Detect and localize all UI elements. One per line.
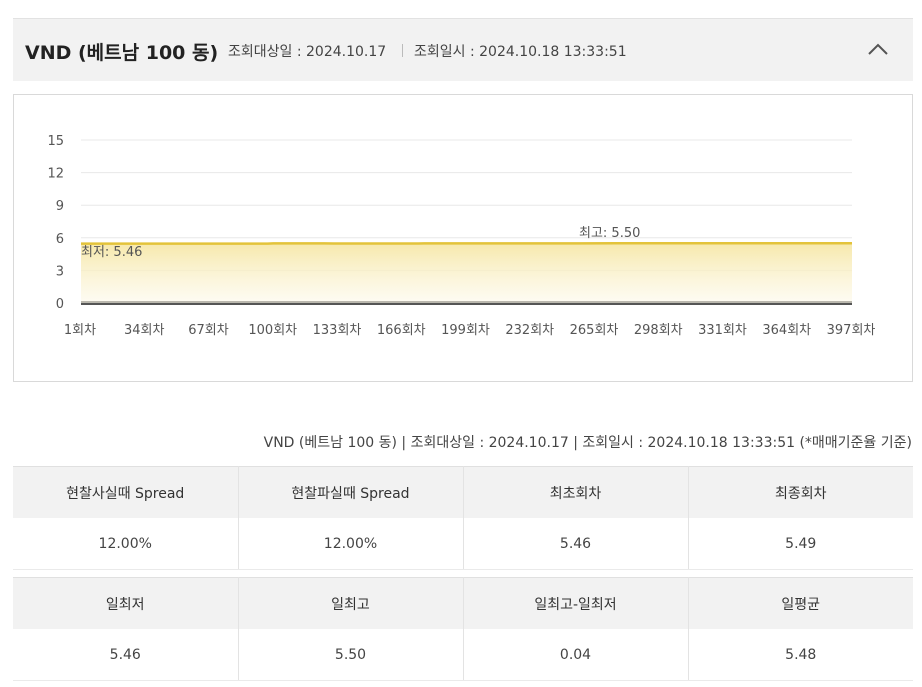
y-tick-label: 15 bbox=[47, 134, 64, 149]
currency-title: VND (베트남 100 동) bbox=[25, 42, 219, 64]
table-cell: 0.04 bbox=[463, 629, 689, 681]
rate-info-table: 현찰사실때 Spread 현찰파실때 Spread 최초회차 최종회차 12.0… bbox=[13, 466, 913, 681]
x-tick-label: 100회차 bbox=[248, 323, 297, 338]
x-tick-label: 133회차 bbox=[313, 323, 362, 338]
table-cell: 5.46 bbox=[463, 518, 689, 570]
table-header-cell: 현찰파실때 Spread bbox=[238, 466, 464, 518]
x-tick-label: 166회차 bbox=[377, 323, 426, 338]
x-tick-label: 331회차 bbox=[698, 323, 747, 338]
x-tick-label: 364회차 bbox=[762, 323, 811, 338]
x-tick-label: 265회차 bbox=[570, 323, 619, 338]
chevron-up-icon[interactable] bbox=[865, 37, 891, 63]
table-header-cell: 일최저 bbox=[13, 577, 239, 629]
x-tick-label: 397회차 bbox=[827, 323, 876, 338]
table-cell: 5.49 bbox=[688, 518, 913, 570]
x-tick-label: 298회차 bbox=[634, 323, 683, 338]
chart-canvas: 0 3 6 9 12 15 1회차 34회차 67회차 100회차 133회차 166회차 199회차 2… bbox=[47, 134, 876, 338]
rate-chart: 0 3 6 9 12 15 1회차 34회차 67회차 100회차 133회차 166회차 199회차 2… bbox=[13, 94, 913, 382]
table-header-cell: 일최고 bbox=[238, 577, 464, 629]
table-header-cell: 최초회차 bbox=[463, 466, 689, 518]
chart-caption: VND (베트남 100 동) | 조회대상일 : 2024.10.17 | 조… bbox=[263, 435, 912, 451]
x-tick-label: 34회차 bbox=[124, 323, 165, 338]
table-header-cell: 최종회차 bbox=[688, 466, 913, 518]
table-header-cell: 일최고-일최저 bbox=[463, 577, 689, 629]
table-row: 12.00% 12.00% 5.46 5.49 bbox=[13, 518, 913, 570]
query-date: 조회대상일 : 2024.10.17 bbox=[228, 44, 387, 60]
max-annotation: 최고: 5.50 bbox=[579, 226, 640, 241]
x-tick-label: 232회차 bbox=[505, 323, 554, 338]
x-tick-label: 1회차 bbox=[64, 323, 96, 338]
table-header-row: 일최저 일최고 일최고-일최저 일평균 bbox=[13, 577, 913, 629]
y-tick-label: 6 bbox=[56, 232, 64, 247]
table-row: 5.46 5.50 0.04 5.48 bbox=[13, 629, 913, 681]
table-cell: 5.50 bbox=[238, 629, 464, 681]
y-tick-label: 0 bbox=[56, 297, 64, 312]
currency-header: VND (베트남 100 동) 조회대상일 : 2024.10.17 조회일시 … bbox=[13, 18, 913, 81]
min-annotation: 최저: 5.46 bbox=[81, 245, 142, 260]
query-time: 조회일시 : 2024.10.18 13:33:51 bbox=[414, 44, 627, 60]
table-header-cell: 일평균 bbox=[688, 577, 913, 629]
y-tick-label: 3 bbox=[56, 264, 64, 279]
table-cell: 5.48 bbox=[688, 629, 913, 681]
divider bbox=[402, 44, 403, 57]
table-header-row: 현찰사실때 Spread 현찰파실때 Spread 최초회차 최종회차 bbox=[13, 466, 913, 518]
y-tick-label: 12 bbox=[47, 167, 64, 182]
table-header-cell: 현찰사실때 Spread bbox=[13, 466, 239, 518]
series-area bbox=[81, 243, 852, 303]
x-tick-label: 67회차 bbox=[188, 323, 229, 338]
table-cell: 12.00% bbox=[13, 518, 239, 570]
y-tick-label: 9 bbox=[56, 199, 64, 214]
table-cell: 5.46 bbox=[13, 629, 239, 681]
table-cell: 12.00% bbox=[238, 518, 464, 570]
x-tick-label: 199회차 bbox=[441, 323, 490, 338]
